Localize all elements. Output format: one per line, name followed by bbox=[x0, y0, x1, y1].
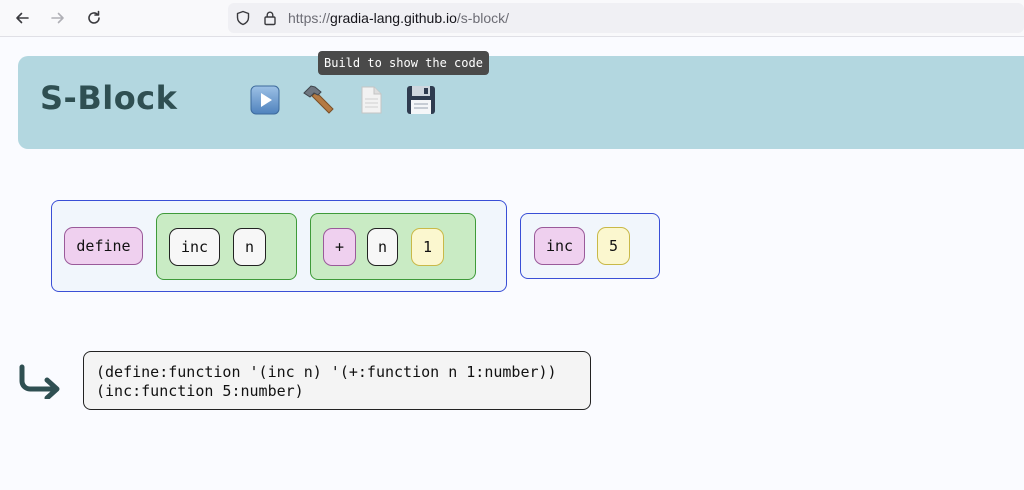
reload-icon bbox=[88, 10, 100, 24]
build-tooltip: Build to show the code bbox=[318, 51, 489, 75]
run-button[interactable] bbox=[247, 82, 283, 118]
plus-atom[interactable]: + bbox=[323, 228, 356, 266]
hammer-icon bbox=[303, 85, 334, 114]
browser-toolbar: https://gradia-lang.github.io/s-block/ bbox=[0, 0, 1024, 37]
url-path: /s-block/ bbox=[456, 10, 510, 26]
one-number-atom[interactable]: 1 bbox=[411, 228, 444, 266]
return-arrow-icon bbox=[19, 364, 60, 399]
params-list-block[interactable]: inc n bbox=[156, 213, 297, 280]
lock-icon[interactable] bbox=[262, 10, 278, 26]
inc-param-atom[interactable]: inc bbox=[169, 228, 220, 266]
inc-expression-block[interactable]: inc 5 bbox=[520, 213, 660, 279]
code-line-2: (inc:function 5:number) bbox=[96, 382, 304, 400]
back-arrow-icon bbox=[16, 12, 29, 24]
save-button[interactable] bbox=[403, 82, 439, 118]
app-title: S-Block bbox=[40, 79, 178, 117]
build-button[interactable] bbox=[300, 82, 336, 118]
url-host: gradia-lang.github.io bbox=[330, 10, 457, 26]
url-text[interactable]: https://gradia-lang.github.io/s-block/ bbox=[288, 10, 509, 26]
document-icon bbox=[361, 86, 382, 114]
play-icon bbox=[250, 85, 280, 115]
reload-button[interactable] bbox=[82, 6, 106, 30]
n-param-atom[interactable]: n bbox=[233, 228, 266, 266]
app-header: S-Block bbox=[18, 56, 1024, 149]
inc-call-atom[interactable]: inc bbox=[534, 227, 585, 265]
define-atom[interactable]: define bbox=[64, 227, 143, 265]
n-body-atom[interactable]: n bbox=[367, 228, 398, 266]
address-bar[interactable]: https://gradia-lang.github.io/s-block/ bbox=[228, 3, 1024, 33]
new-file-button[interactable] bbox=[353, 82, 389, 118]
define-expression-block[interactable]: define inc n + n 1 bbox=[51, 200, 507, 292]
body-list-block[interactable]: + n 1 bbox=[310, 213, 476, 280]
back-button[interactable] bbox=[10, 6, 34, 30]
generated-code-output: (define:function '(inc n) '(+:function n… bbox=[83, 351, 591, 410]
floppy-disk-icon bbox=[407, 86, 435, 114]
five-number-atom[interactable]: 5 bbox=[597, 227, 630, 265]
forward-arrow-icon bbox=[51, 12, 64, 24]
code-line-1: (define:function '(inc n) '(+:function n… bbox=[96, 363, 557, 381]
url-scheme: https:// bbox=[288, 10, 331, 26]
forward-button[interactable] bbox=[46, 6, 70, 30]
shield-icon[interactable] bbox=[235, 10, 251, 26]
